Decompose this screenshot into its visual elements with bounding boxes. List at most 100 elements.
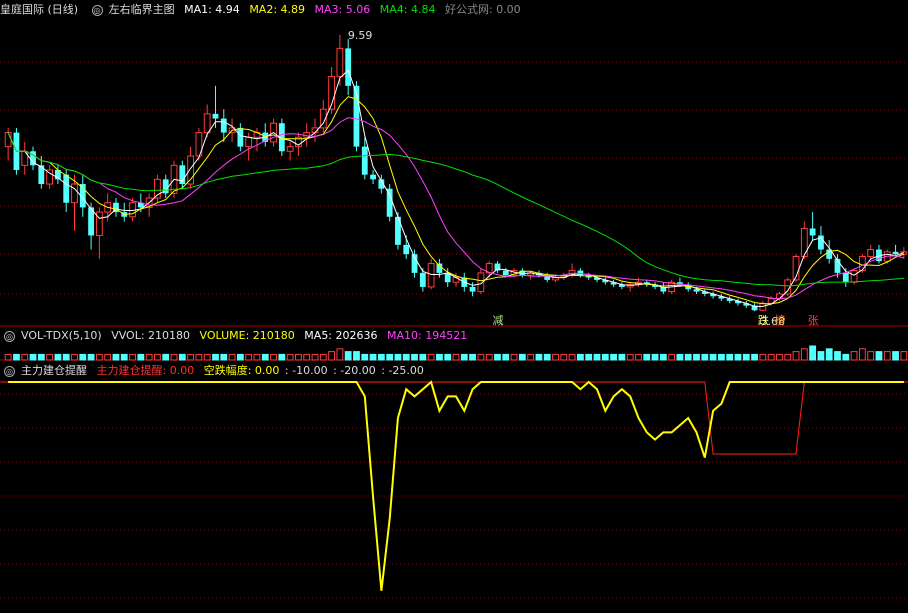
candle-body-down [63, 174, 70, 203]
volume-bar [261, 353, 269, 361]
volume-bar [510, 353, 518, 361]
candle-body-down [220, 118, 227, 133]
level2-value: : -20.00 [333, 364, 376, 377]
candle-body-down [419, 272, 426, 287]
volume-bar [245, 353, 253, 361]
volume-bar [411, 353, 418, 361]
ma4-line [7, 132, 904, 287]
moving-average-lines [7, 69, 905, 307]
volume-bar [444, 353, 452, 361]
fall-value: 空跌幅度: 0.00 [203, 364, 280, 377]
level1-value: : -10.00 [284, 364, 328, 377]
candle-body-down [361, 146, 368, 175]
volume-bar [402, 353, 410, 361]
volume-bar [684, 353, 692, 361]
high-price-label: 9.59 [348, 29, 373, 42]
signal-label: 跌 [758, 313, 769, 327]
volume-bar [759, 353, 767, 361]
volume-bar [776, 353, 783, 361]
candle-body-down [345, 48, 352, 86]
candle-body-down [842, 272, 849, 283]
volume-bar [386, 353, 394, 361]
volume-bar [236, 353, 244, 361]
volume-bar [701, 353, 709, 361]
volume-bar [344, 351, 352, 361]
candle-body-down [577, 270, 584, 276]
signal-line [0, 381, 908, 455]
candle-body-down [892, 251, 899, 255]
volume-bar [477, 353, 485, 361]
candle-body-up [336, 47, 344, 77]
candle-body-down [386, 188, 393, 217]
volume-bar [13, 353, 20, 361]
volume-bar [867, 351, 875, 361]
volume-bar [37, 353, 45, 361]
volume-bar [601, 353, 609, 361]
volume-bar [62, 353, 70, 361]
candle-body-up [203, 113, 211, 134]
source-value: 好公式网: 0.00 [444, 3, 521, 16]
vvol-value: VVOL: 210180 [111, 329, 191, 342]
volume-bar [883, 351, 891, 361]
volume-bar [137, 353, 145, 361]
volume-indicator-name[interactable]: VOL-TDX(5,10) [21, 329, 102, 342]
volume-bar [278, 353, 286, 361]
indicator-lines [0, 380, 908, 591]
candle-body-up [245, 136, 253, 148]
volume-bar [328, 351, 335, 361]
signal-label: 减 [492, 314, 503, 327]
settings-icon[interactable]: ◎ [91, 4, 103, 16]
volume-bar [95, 353, 103, 361]
volume-bar [552, 353, 559, 361]
volume-bar [485, 353, 493, 361]
volume-bar [784, 353, 792, 361]
candle-body-up [427, 263, 435, 288]
volume-bar [46, 353, 54, 361]
volume-bar [709, 353, 717, 361]
volume-bar [319, 353, 327, 361]
vol-ma10-value: MA10: 194521 [387, 329, 468, 342]
volume-bar [643, 353, 651, 361]
volume-bar [4, 353, 12, 361]
volume-bar [286, 353, 294, 361]
volume-bar [817, 351, 825, 361]
volume-bar [361, 353, 369, 361]
volume-bar [742, 353, 750, 361]
indicator-name[interactable]: 左右临界主图 [109, 3, 175, 16]
volume-bar [693, 353, 700, 361]
volume-bar [494, 353, 501, 361]
volume-bars [4, 345, 908, 361]
volume-bar [469, 353, 476, 361]
signal-value: 主力建仓提醒: 0.00 [96, 364, 195, 377]
volume-bar [79, 353, 87, 361]
volume-bar [577, 353, 584, 361]
volume-bar [834, 351, 841, 361]
volume-bar [593, 353, 601, 361]
volume-bar [618, 353, 626, 361]
volume-bar [676, 353, 684, 361]
stock-title[interactable]: 皇庭国际 (日线) [0, 3, 78, 16]
volume-bar [145, 353, 153, 361]
volume-bar [336, 348, 344, 361]
ma4-value: MA4: 4.84 [379, 3, 436, 16]
volume-bar [369, 353, 377, 361]
settings-icon[interactable]: ◎ [4, 330, 15, 342]
volume-bar [518, 353, 526, 361]
volume-bar [87, 353, 95, 361]
volume-bar [767, 353, 775, 361]
volume-bar [419, 353, 427, 361]
candle-body-down [809, 228, 816, 236]
indicator-header: ◎ 主力建仓提醒 主力建仓提醒: 0.00 空跌幅度: 0.00 : -10.00… [0, 363, 430, 379]
sub-indicator-name[interactable]: 主力建仓提醒 [21, 364, 87, 377]
volume-bar [303, 353, 311, 361]
settings-icon[interactable]: ◎ [4, 365, 15, 377]
volume-bar [610, 353, 617, 361]
volume-bar [203, 353, 211, 361]
volume-bar [535, 353, 543, 361]
main-chart-header: 皇庭国际 (日线) ◎ 左右临界主图 MA1: 4.94 MA2: 4.89 MA… [0, 2, 527, 18]
volume-header: ◎ VOL-TDX(5,10) VVOL: 210180 VOLUME: 2101… [0, 328, 473, 344]
ma1-line [7, 69, 905, 307]
volume-bar [842, 353, 850, 361]
volume-bar [527, 353, 535, 361]
volume-bar [427, 353, 435, 361]
